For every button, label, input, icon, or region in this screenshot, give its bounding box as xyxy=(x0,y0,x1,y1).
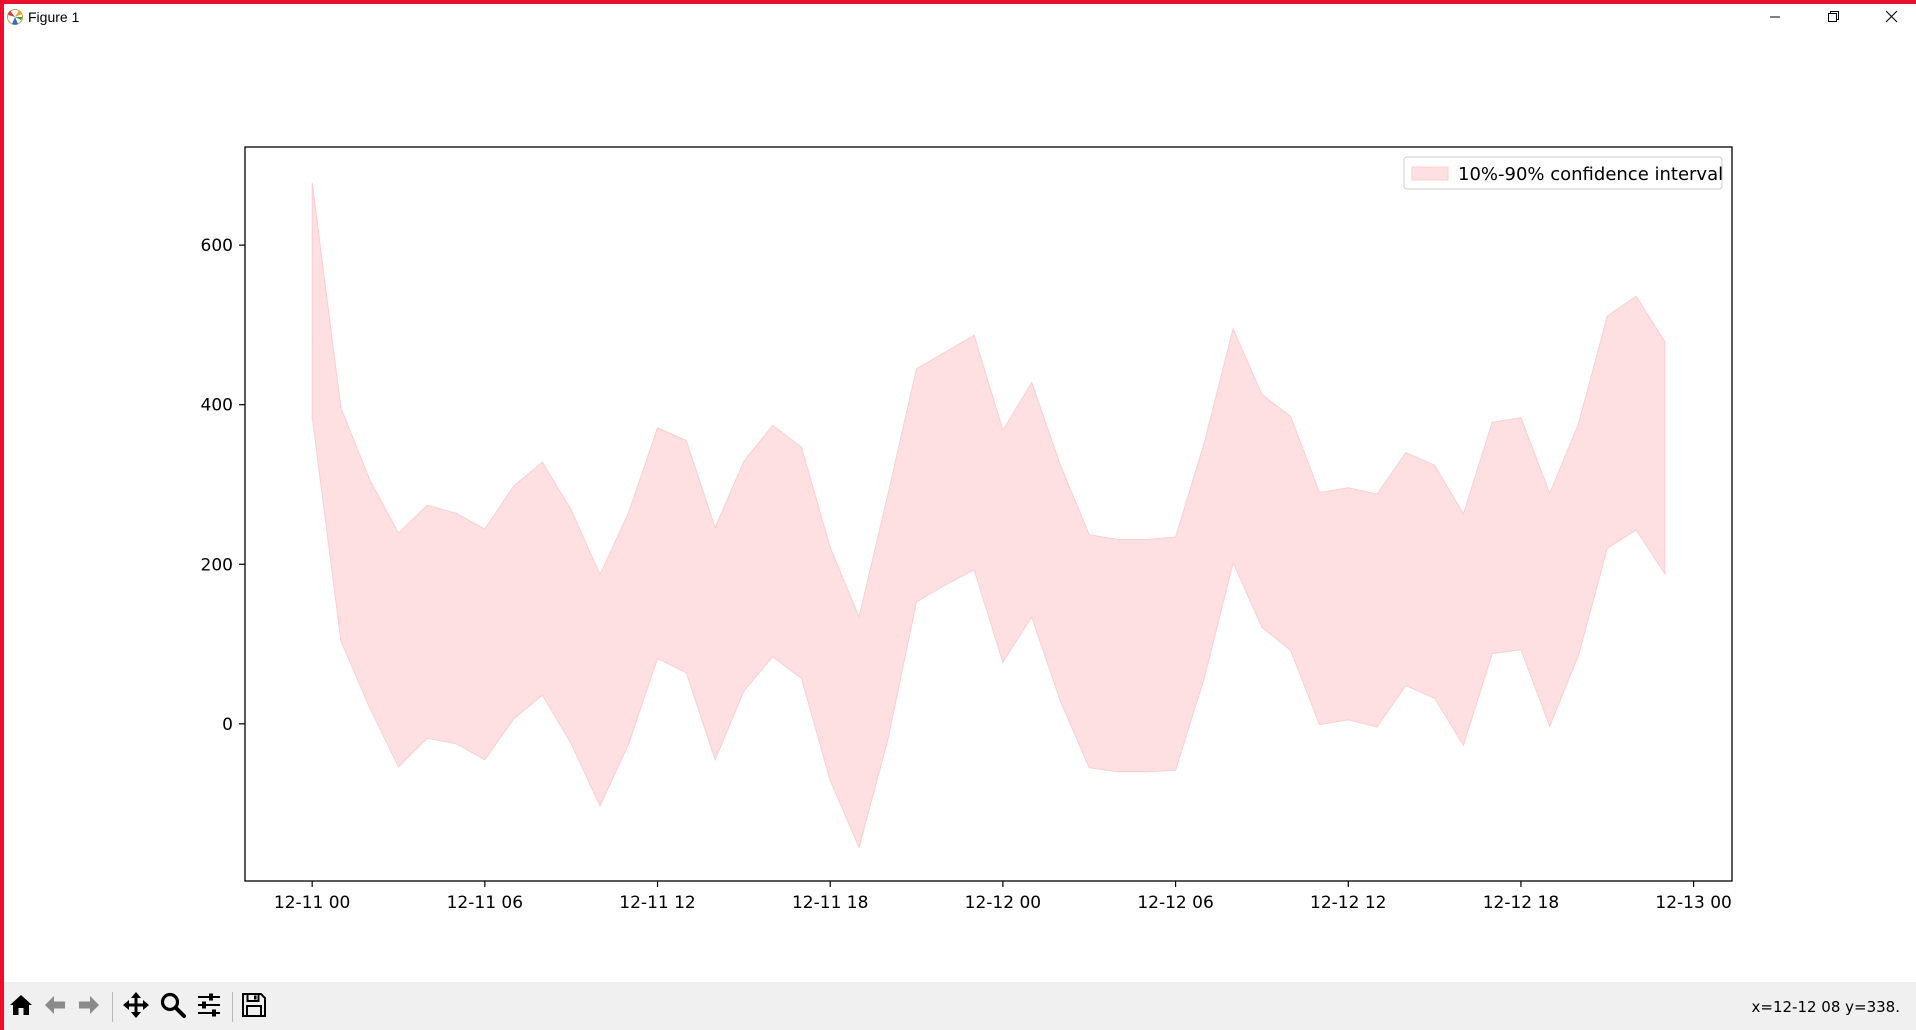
zoom-button[interactable] xyxy=(158,992,188,1022)
home-button[interactable] xyxy=(6,992,36,1022)
minimize-button[interactable] xyxy=(1746,4,1804,30)
configure-subplots-button[interactable] xyxy=(194,992,224,1022)
chart-svg: 12-11 00 12-11 06 12-11 12 12-11 18 12-12 00… xyxy=(201,146,1733,913)
plot-area xyxy=(311,182,1666,850)
legend: 10%-90% confidence interval xyxy=(1403,156,1723,190)
x-tick-label: 12-11 12 xyxy=(619,893,695,913)
x-tick-label: 12-12 06 xyxy=(1137,893,1213,913)
pan-button[interactable] xyxy=(121,992,151,1022)
x-axis: 12-11 00 12-11 06 12-11 12 12-11 18 12-12 00… xyxy=(274,881,1732,913)
pan-icon xyxy=(122,991,150,1023)
x-tick-label: 12-13 00 xyxy=(1655,893,1731,913)
navigation-toolbar: x=12-12 08 y=338. xyxy=(4,982,1916,1030)
back-icon xyxy=(42,992,68,1022)
home-icon xyxy=(8,992,34,1022)
save-icon xyxy=(240,991,268,1023)
y-axis: 0 200 400 600 xyxy=(201,236,245,735)
forward-button[interactable] xyxy=(74,992,104,1022)
title-bar[interactable]: Figure 1 xyxy=(4,4,1916,30)
x-tick-label: 12-12 12 xyxy=(1310,893,1386,913)
matplotlib-logo-icon xyxy=(6,8,24,26)
x-tick-label: 12-11 00 xyxy=(274,893,350,913)
minimize-icon xyxy=(1769,8,1781,27)
y-tick-label: 400 xyxy=(201,396,233,416)
x-tick-label: 12-12 00 xyxy=(965,893,1041,913)
save-button[interactable] xyxy=(239,992,269,1022)
zoom-icon xyxy=(159,991,187,1023)
close-icon xyxy=(1885,8,1898,27)
back-button[interactable] xyxy=(40,992,70,1022)
toolbar-separator xyxy=(232,992,233,1022)
x-tick-label: 12-12 18 xyxy=(1483,893,1559,913)
x-tick-label: 12-11 18 xyxy=(792,893,868,913)
y-tick-label: 200 xyxy=(201,555,233,575)
figure-canvas[interactable]: 12-11 00 12-11 06 12-11 12 12-11 18 12-12 00… xyxy=(4,30,1916,986)
restore-icon xyxy=(1827,8,1840,27)
configure-subplots-icon xyxy=(195,991,223,1023)
cursor-coordinates: x=12-12 08 y=338. xyxy=(1751,998,1901,1016)
confidence-band xyxy=(311,182,1666,850)
forward-icon xyxy=(76,992,102,1022)
y-tick-label: 600 xyxy=(201,236,233,256)
restore-button[interactable] xyxy=(1804,4,1862,30)
close-button[interactable] xyxy=(1862,4,1916,30)
window-title: Figure 1 xyxy=(28,9,80,25)
legend-label: 10%-90% confidence interval xyxy=(1458,164,1723,185)
legend-swatch xyxy=(1411,166,1449,181)
x-tick-label: 12-11 06 xyxy=(447,893,523,913)
toolbar-separator xyxy=(112,992,113,1022)
y-tick-label: 0 xyxy=(222,715,233,735)
app-window: Figure 1 12-11 00 12-11 06 12-11 12 12-1… xyxy=(0,0,1916,1030)
